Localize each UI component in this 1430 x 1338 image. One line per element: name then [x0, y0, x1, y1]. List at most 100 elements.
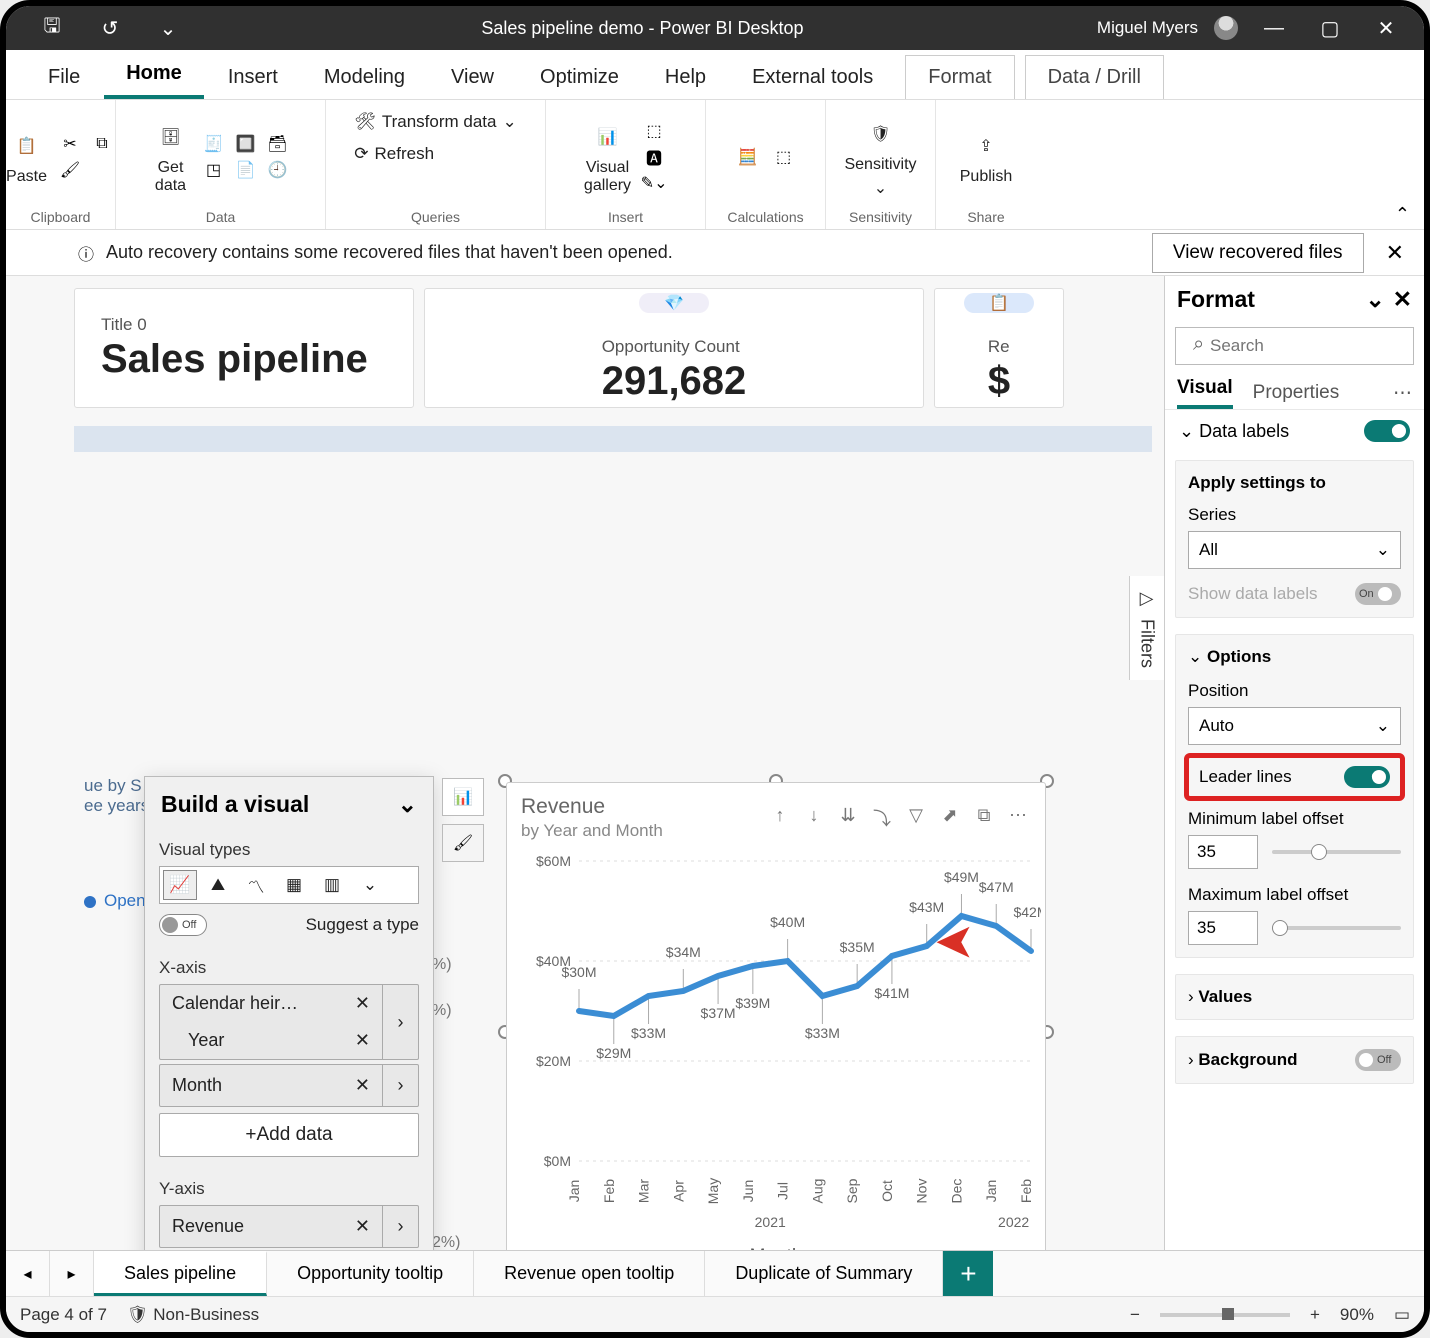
values-header[interactable]: Values — [1198, 987, 1252, 1006]
filters-pane-collapsed[interactable]: ▷ Filters — [1129, 576, 1164, 680]
x-axis-field[interactable]: Calendar heir…✕ Year✕ › — [159, 984, 419, 1060]
recovery-close-icon[interactable]: ✕ — [1376, 240, 1414, 266]
expand-next-icon[interactable]: ⤵ — [869, 805, 895, 831]
zoom-in-icon[interactable]: + — [1310, 1305, 1320, 1325]
field-menu-icon[interactable]: › — [382, 985, 418, 1059]
tab-format[interactable]: Format — [905, 55, 1014, 99]
close-button[interactable]: ✕ — [1366, 6, 1406, 50]
line-chart-icon[interactable]: 📈 — [163, 870, 197, 900]
blank-icon[interactable]: 📄 — [233, 159, 259, 181]
series-select[interactable]: All⌄ — [1188, 531, 1401, 569]
stacked-area-icon[interactable]: 〽 — [239, 870, 273, 900]
sheet-sales-pipeline[interactable]: Sales pipeline — [94, 1251, 267, 1296]
collapse-ribbon-icon[interactable]: ⌃ — [1395, 204, 1410, 225]
quick-measure-icon[interactable]: ⬚ — [771, 146, 797, 168]
selected-visual[interactable]: Revenue by Year and Month ↑ ↓ ⇊ ⤵ ▽ ⬈ ⧉ … — [496, 772, 1056, 1250]
background-header[interactable]: Background — [1198, 1050, 1297, 1069]
undo-menu-icon[interactable]: ⌄ — [148, 6, 188, 50]
tab-external-tools[interactable]: External tools — [730, 56, 895, 99]
view-recovered-button[interactable]: View recovered files — [1152, 233, 1364, 273]
matrix-icon[interactable]: ▥ — [315, 870, 349, 900]
pop-out-icon[interactable]: ⧉ — [971, 805, 997, 831]
transform-data-button[interactable]: 🛠Transform data ⌄ — [348, 108, 522, 136]
sql-icon[interactable]: 🗃 — [265, 133, 291, 155]
format-tab-icon[interactable]: 🖌 — [442, 824, 484, 862]
maximize-button[interactable]: ▢ — [1310, 6, 1350, 50]
remove-field-icon[interactable]: ✕ — [355, 1030, 370, 1051]
tab-file[interactable]: File — [26, 56, 102, 99]
build-visual-pane[interactable]: Build a visual⌄ Visual types 📈 ⛰ 〽 ▦ ▥ ⌄… — [144, 776, 434, 1250]
new-measure-icon[interactable]: 🧮 — [735, 146, 761, 168]
recent-icon[interactable]: 🕘 — [265, 159, 291, 181]
zoom-value[interactable]: 90% — [1340, 1305, 1374, 1325]
save-icon[interactable]: 🖫 — [32, 6, 72, 50]
data-labels-header[interactable]: Data labels — [1199, 421, 1289, 441]
build-tab-icon[interactable]: 📊 — [442, 778, 484, 816]
remove-field-icon[interactable]: ✕ — [355, 1216, 370, 1237]
max-offset-input[interactable] — [1188, 911, 1258, 945]
more-types-icon[interactable]: ⌄ — [353, 870, 387, 900]
add-xaxis-button[interactable]: +Add data — [159, 1113, 419, 1157]
paste-button[interactable]: 📋 Paste — [6, 128, 47, 186]
sensitivity-button[interactable]: 🛡Sensitivity⌄ — [844, 116, 916, 198]
fit-page-icon[interactable]: ▭ — [1394, 1305, 1410, 1325]
field-menu-icon[interactable]: › — [382, 1065, 418, 1106]
minimize-button[interactable]: — — [1254, 6, 1294, 50]
drill-down-icon[interactable]: ↓ — [801, 805, 827, 831]
min-offset-input[interactable] — [1188, 835, 1258, 869]
tab-properties[interactable]: Properties — [1253, 382, 1340, 404]
cut-icon[interactable]: ✂ — [57, 133, 83, 155]
min-offset-slider[interactable] — [1272, 850, 1401, 854]
x-axis-field-month[interactable]: Month✕ › — [159, 1064, 419, 1107]
tab-optimize[interactable]: Optimize — [518, 56, 641, 99]
drill-up-icon[interactable]: ↑ — [767, 805, 793, 831]
max-offset-slider[interactable] — [1272, 926, 1401, 930]
more-visuals-icon[interactable]: ✎⌄ — [641, 172, 667, 194]
publish-button[interactable]: ⇪Publish — [960, 128, 1012, 186]
tab-insert[interactable]: Insert — [206, 56, 300, 99]
leader-lines-toggle[interactable] — [1344, 766, 1390, 788]
format-painter-icon[interactable]: 🖌 — [57, 159, 83, 181]
new-visual-icon[interactable]: ⬚ — [641, 120, 667, 142]
user-name[interactable]: Miguel Myers — [1097, 18, 1198, 38]
refresh-button[interactable]: ⟳Refresh — [348, 140, 440, 168]
close-pane-icon[interactable]: ✕ — [1393, 286, 1412, 312]
more-options-icon[interactable]: ⋯ — [1005, 805, 1031, 831]
tab-data-drill[interactable]: Data / Drill — [1025, 55, 1164, 99]
sheet-revenue-tooltip[interactable]: Revenue open tooltip — [474, 1251, 705, 1296]
undo-icon[interactable]: ↺ — [90, 6, 130, 50]
position-select[interactable]: Auto⌄ — [1188, 707, 1401, 745]
tab-view[interactable]: View — [429, 56, 516, 99]
text-box-icon[interactable]: 🅰 — [641, 146, 667, 168]
sensitivity-status[interactable]: 🛡 Non-Business — [127, 1305, 259, 1325]
copy-icon[interactable]: ⧉ — [89, 133, 115, 155]
area-chart-icon[interactable]: ⛰ — [201, 870, 235, 900]
visual-gallery-button[interactable]: 📊 Visual gallery — [584, 119, 631, 195]
report-canvas[interactable]: Title 0 Sales pipeline 💎 Opportunity Cou… — [6, 276, 1164, 1250]
show-data-labels-toggle[interactable]: On — [1355, 583, 1401, 605]
remove-field-icon[interactable]: ✕ — [355, 993, 370, 1014]
chevron-down-icon[interactable]: ⌄ — [398, 791, 417, 818]
add-page-button[interactable]: + — [943, 1251, 993, 1296]
tab-visual[interactable]: Visual — [1177, 377, 1233, 409]
zoom-slider[interactable] — [1160, 1313, 1290, 1317]
avatar[interactable] — [1214, 16, 1238, 40]
remove-field-icon[interactable]: ✕ — [355, 1075, 370, 1096]
tab-home[interactable]: Home — [104, 52, 204, 99]
expand-all-icon[interactable]: ⇊ — [835, 805, 861, 831]
options-header[interactable]: Options — [1207, 647, 1271, 666]
collapse-pane-icon[interactable]: ⌄ — [1357, 286, 1392, 312]
field-menu-icon[interactable]: › — [382, 1206, 418, 1247]
more-icon[interactable]: ⋯ — [1393, 382, 1412, 405]
dataverse-icon[interactable]: ◳ — [201, 159, 227, 181]
filter-icon[interactable]: ▽ — [903, 805, 929, 831]
tabs-prev-icon[interactable]: ◂ — [6, 1251, 50, 1296]
zoom-out-icon[interactable]: − — [1130, 1305, 1140, 1325]
tab-modeling[interactable]: Modeling — [302, 56, 427, 99]
suggest-toggle[interactable]: Off — [159, 914, 207, 936]
y-axis-field[interactable]: Revenue✕ › — [159, 1205, 419, 1248]
tabs-next-icon[interactable]: ▸ — [50, 1251, 94, 1296]
data-labels-toggle[interactable] — [1364, 420, 1410, 442]
table-icon[interactable]: ▦ — [277, 870, 311, 900]
datahub-icon[interactable]: 🔲 — [233, 133, 259, 155]
